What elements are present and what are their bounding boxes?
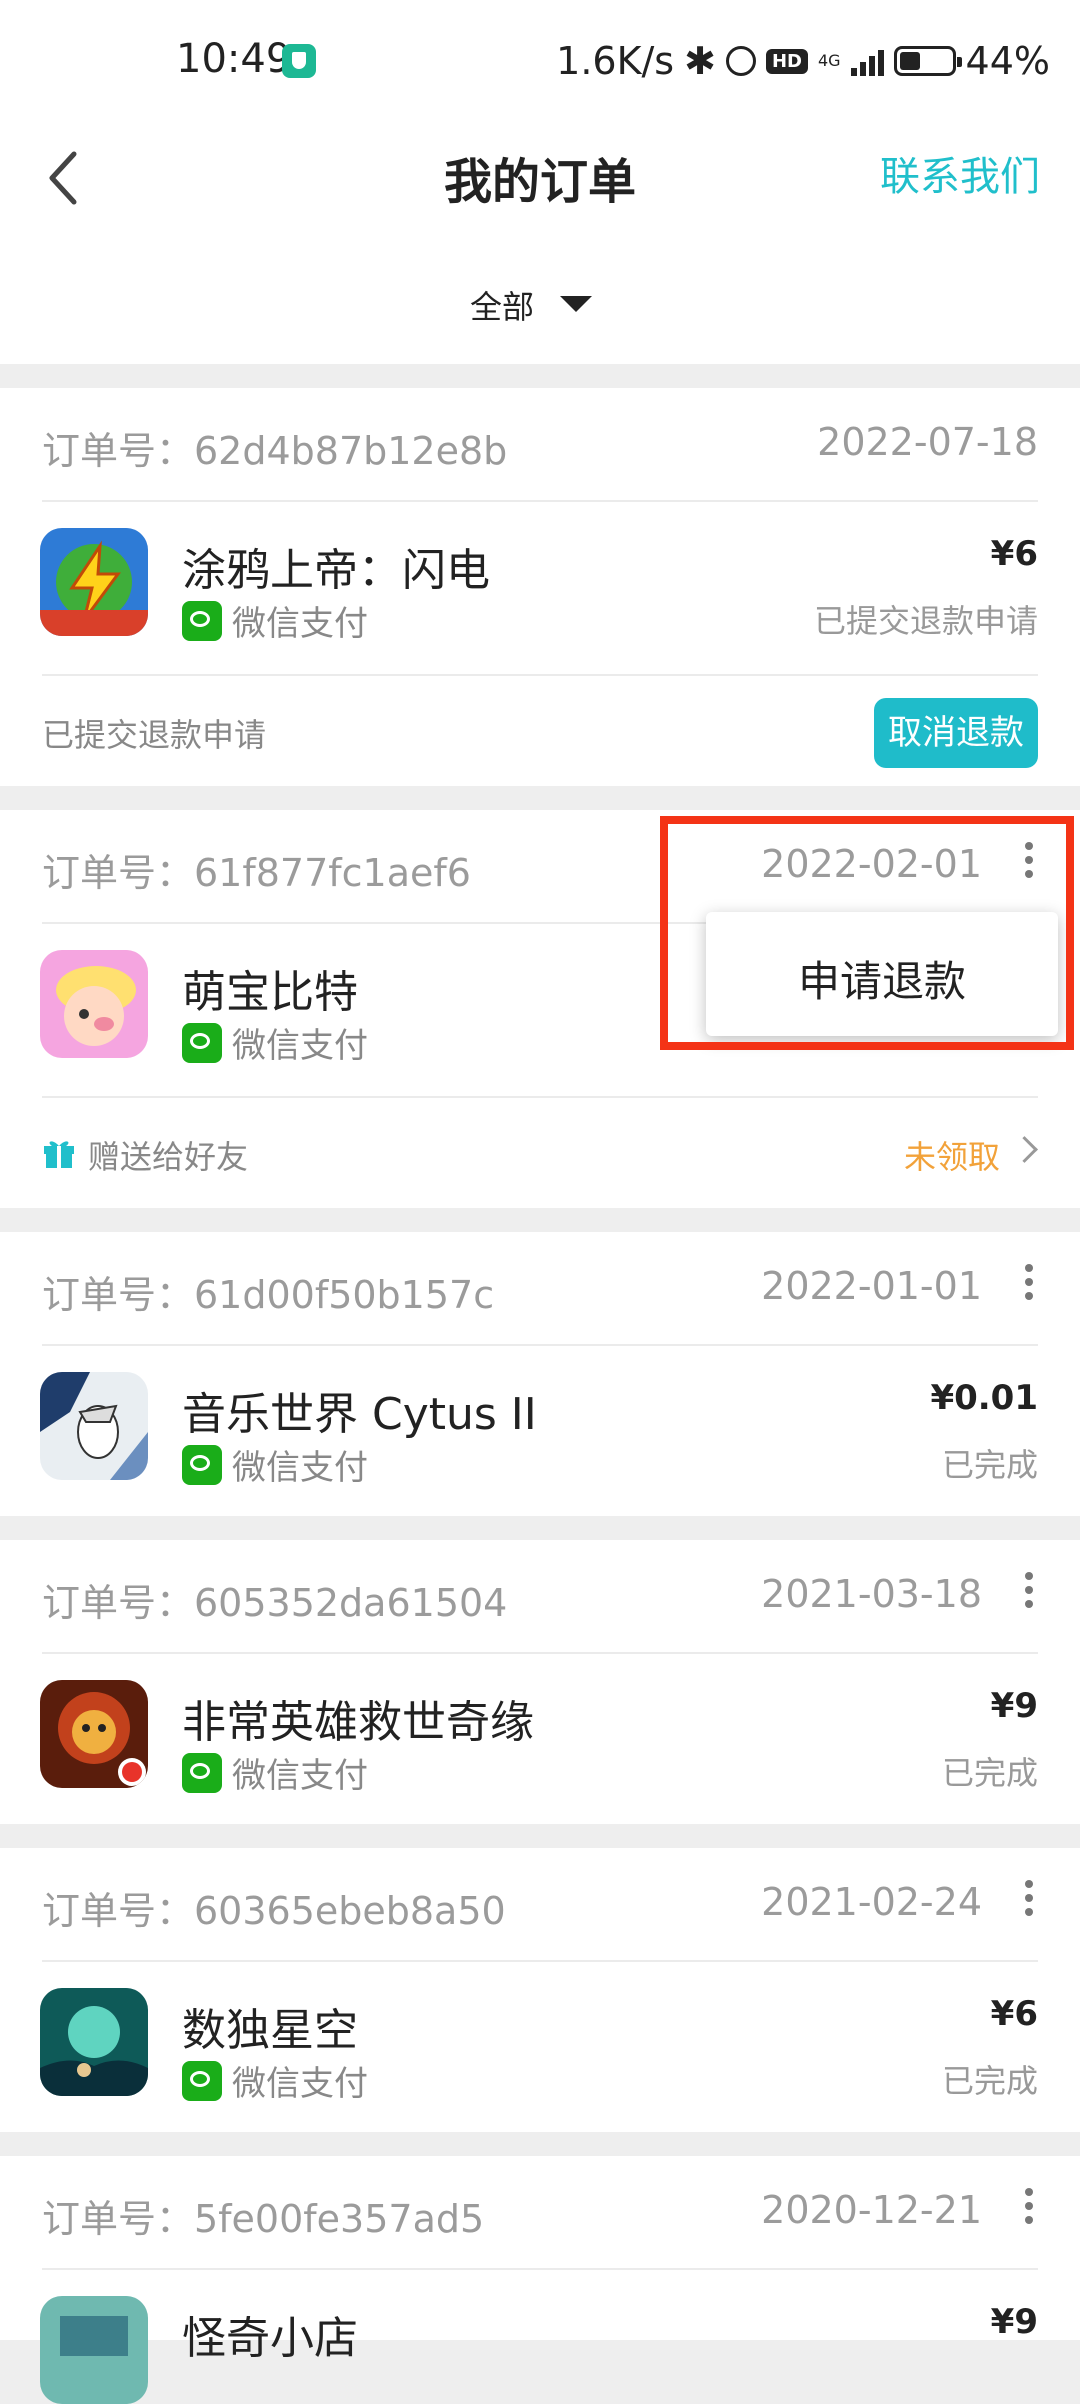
wechat-pay-icon [182,1752,222,1793]
order-number: 订单号：60365ebeb8a50 [42,1889,506,1933]
game-icon [40,950,148,1058]
contact-us-link[interactable]: 联系我们 [880,144,1040,202]
price: ¥9 [990,2302,1038,2342]
bluetooth-icon: ✱ [684,39,716,83]
game-name: 数独星空 [182,2005,358,2056]
game-icon [40,2296,148,2404]
payment-label: 微信支付 [232,1026,368,1066]
game-icon [40,528,148,636]
game-icon [40,1372,148,1480]
order-header: 订单号：62d4b87b12e8b 2022-07-18 [42,388,1038,502]
filter-bar: 全部 [0,230,1080,364]
order-card: 订单号：61d00f50b157c 2022-01-01 音乐世界 Cytus … [0,1232,1080,1516]
payment-label: 微信支付 [232,604,368,644]
signal-icon [850,46,884,76]
order-card: 订单号：60365ebeb8a50 2021-02-24 数独星空 微信支付 ¥… [0,1848,1080,2132]
game-name: 非常英雄救世奇缘 [182,1697,534,1748]
wechat-pay-icon [182,2060,222,2101]
price: ¥6 [990,534,1038,574]
payment-method: 微信支付 [182,1018,368,1067]
order-header: 订单号：61d00f50b157c 2022-01-01 [42,1232,1038,1346]
wechat-pay-icon [182,600,222,641]
order-footer: 已提交退款申请 取消退款 [42,674,1038,786]
gift-to-friend-text: 赠送给好友 [88,1138,249,1176]
filter-dropdown[interactable]: 全部 [470,282,534,328]
game-icon [40,1680,148,1788]
navigation-bar: 我的订单 联系我们 [0,120,1080,230]
chevron-right-icon [1011,1136,1038,1163]
payment-label: 微信支付 [232,2064,368,2104]
order-number: 订单号：5fe00fe357ad5 [42,2197,485,2241]
hd-icon: HD [765,48,808,74]
caret-down-icon[interactable] [560,296,592,312]
battery-icon [893,46,962,76]
order-header: 订单号：60365ebeb8a50 2021-02-24 [42,1848,1038,1962]
order-status: 已完成 [941,1446,1038,1484]
game-name: 怪奇小店 [182,2313,358,2364]
order-card: 订单号：5fe00fe357ad5 2020-12-21 怪奇小店 ¥9 [0,2156,1080,2404]
payment-label: 微信支付 [232,1448,368,1488]
order-number: 订单号：61f877fc1aef6 [42,851,471,895]
order-number: 订单号：62d4b87b12e8b [42,429,508,473]
price: ¥9 [990,1686,1038,1726]
payment-method: 微信支付 [182,1440,368,1489]
status-time: 10:49 [176,36,292,82]
alarm-icon [725,46,756,76]
order-number: 订单号：605352da61504 [42,1581,508,1625]
order-date: 2021-03-18 [761,1572,982,1616]
network-speed: 1.6K/s [556,39,675,83]
order-header: 订单号：605352da61504 2021-03-18 [42,1540,1038,1654]
payment-method: 微信支付 [182,2056,368,2105]
order-date: 2021-02-24 [761,1880,982,1924]
order-card: 订单号：62d4b87b12e8b 2022-07-18 涂鸦上帝：闪电 微信支… [0,388,1080,786]
game-name: 音乐世界 Cytus II [182,1389,537,1440]
game-icon [40,1988,148,2096]
more-icon[interactable] [1024,1880,1034,1920]
order-date: 2020-12-21 [761,2188,982,2232]
order-footer[interactable]: 赠送给好友 未领取 [42,1096,1038,1208]
payment-method: 微信支付 [182,596,368,645]
gift-status: 未领取 [903,1138,1000,1176]
more-icon[interactable] [1024,1264,1034,1304]
more-icon[interactable] [1024,1572,1034,1612]
order-status: 已完成 [941,2062,1038,2100]
order-date: 2022-07-18 [817,420,1038,464]
refund-status-text: 已提交退款申请 [42,716,267,754]
price: ¥0.01 [930,1378,1038,1418]
order-card: 订单号：605352da61504 2021-03-18 非常英雄救世奇缘 微信… [0,1540,1080,1824]
order-status: 已提交退款申请 [813,602,1038,640]
payment-method: 微信支付 [182,1748,368,1797]
game-name: 萌宝比特 [182,967,358,1018]
gift-icon [44,1141,74,1168]
status-indicators: 1.6K/s ✱ HD 4G 44% [556,36,1050,86]
order-header: 订单号：5fe00fe357ad5 2020-12-21 [42,2156,1038,2270]
more-icon[interactable] [1024,2188,1034,2228]
cancel-refund-button[interactable]: 取消退款 [874,698,1038,768]
order-status: 已完成 [941,1754,1038,1792]
price: ¥6 [990,1994,1038,2034]
signal-label: 4G [817,51,841,70]
battery-level: 44% [965,39,1050,83]
highlight-box [660,816,1074,1050]
status-bar: 10:49 1.6K/s ✱ HD 4G 44% [0,0,1080,120]
game-name: 涂鸦上帝：闪电 [182,545,490,596]
wechat-pay-icon [182,1022,222,1063]
payment-label: 微信支付 [232,1756,368,1796]
shield-icon [282,44,316,78]
order-number: 订单号：61d00f50b157c [42,1273,495,1317]
wechat-pay-icon [182,1444,222,1485]
order-date: 2022-01-01 [761,1264,982,1308]
